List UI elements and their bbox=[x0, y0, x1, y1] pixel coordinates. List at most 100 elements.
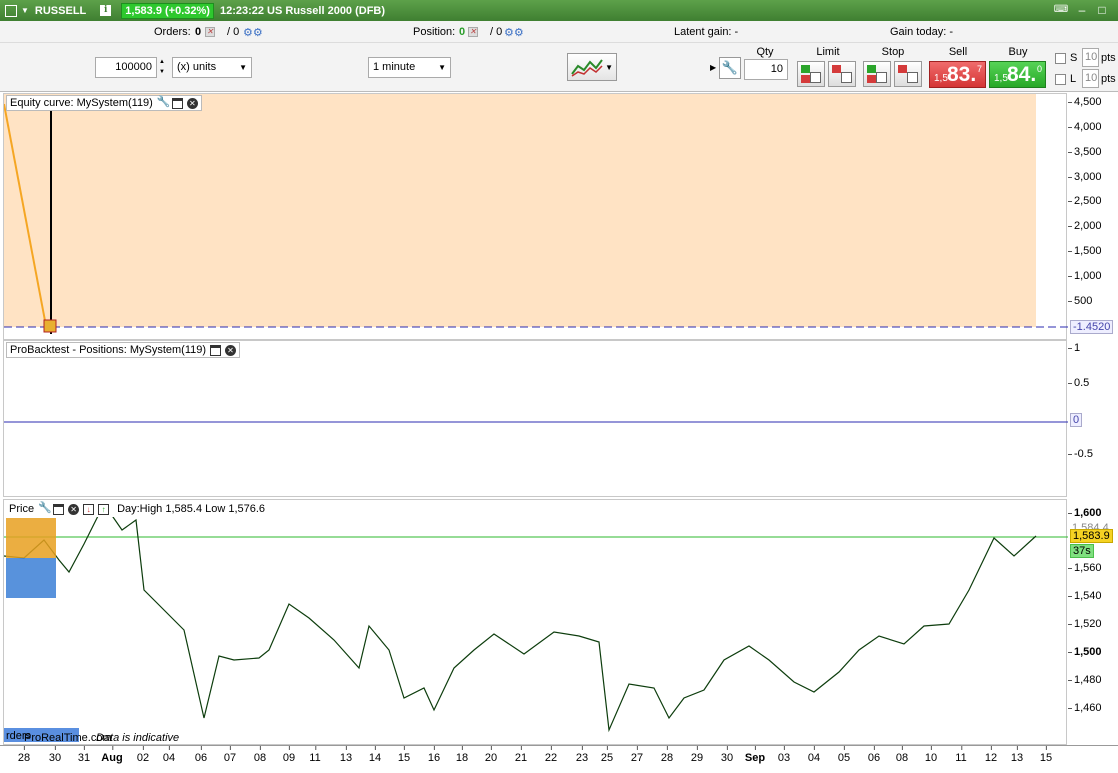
info-icon[interactable]: i bbox=[100, 5, 112, 16]
axis-tick: 2,000 bbox=[1068, 220, 1102, 232]
axis-tick: 1,520 bbox=[1068, 618, 1102, 630]
date-label: 11 bbox=[309, 746, 321, 764]
equity-chart bbox=[4, 94, 1068, 334]
amount-input[interactable]: 100000 bbox=[95, 57, 157, 78]
qty-input[interactable]: 10 bbox=[744, 59, 788, 80]
timeframe-select[interactable]: 1 minute ▼ bbox=[368, 57, 451, 78]
maximize-icon[interactable] bbox=[210, 344, 222, 356]
instrument-name[interactable]: RUSSELL bbox=[35, 5, 86, 17]
sell-price-prefix: 1,5 bbox=[934, 73, 948, 84]
minimize-icon[interactable]: – bbox=[1073, 2, 1091, 18]
latent-gain: Latent gain: - bbox=[674, 26, 739, 38]
wrench-icon[interactable]: 🔧 bbox=[157, 96, 171, 109]
maximize-icon[interactable] bbox=[171, 97, 183, 109]
axis-tick: 1,500 bbox=[1068, 245, 1102, 257]
stop-buy-button[interactable] bbox=[863, 61, 891, 87]
limit-points-input[interactable]: 10 bbox=[1082, 69, 1099, 88]
position-gear-icon[interactable]: ⚙⚙ bbox=[504, 26, 524, 39]
candle-countdown: 37s bbox=[1070, 544, 1094, 558]
date-label: 07 bbox=[223, 746, 237, 764]
maximize-icon[interactable]: □ bbox=[1093, 2, 1111, 18]
stop-checkbox[interactable] bbox=[1055, 53, 1066, 64]
equity-panel-title: Equity curve: MySystem(119) bbox=[10, 97, 153, 109]
sell-label: Sell bbox=[948, 46, 968, 58]
date-label: 14 bbox=[368, 746, 382, 764]
price-chart bbox=[4, 502, 1068, 742]
amount-stepper[interactable]: ▲ ▼ bbox=[157, 57, 167, 78]
units-select[interactable]: (x) units ▼ bbox=[172, 57, 252, 78]
wrench-icon[interactable]: 🔧 bbox=[719, 57, 741, 79]
positions-panel-header: ProBacktest - Positions: MySystem(119) ✕ bbox=[6, 342, 241, 358]
account-info-row: Orders: 0 ✕ / 0 ⚙⚙ Position: 0 ✕ / 0 ⚙⚙ … bbox=[0, 21, 1118, 43]
date-label: 16 bbox=[427, 746, 441, 764]
position-value: 0 bbox=[459, 26, 466, 38]
close-icon[interactable]: ✕ bbox=[186, 97, 198, 109]
date-label: 04 bbox=[807, 746, 821, 764]
orders-total: / 0 bbox=[227, 26, 240, 38]
date-label: 21 bbox=[514, 746, 528, 764]
limit-checkbox[interactable] bbox=[1055, 74, 1066, 85]
instrument-dropdown-icon[interactable]: ▼ bbox=[21, 6, 29, 15]
axis-tick: 0.5 bbox=[1067, 377, 1090, 389]
timeframe-value: 1 minute bbox=[373, 61, 416, 73]
price-panel-header: Price 🔧 ✕ ↓ ↑ Day:High 1,585.4 Low 1,576… bbox=[6, 501, 269, 517]
sell-price-main: 83. bbox=[947, 63, 977, 86]
date-label: 20 bbox=[484, 746, 498, 764]
limit-label: Limit bbox=[816, 46, 840, 58]
date-label: 06 bbox=[867, 746, 881, 764]
date-label: 15 bbox=[1039, 746, 1053, 764]
position-total: / 0 bbox=[490, 26, 503, 38]
maximize-icon[interactable] bbox=[53, 503, 65, 515]
wrench-icon[interactable]: 🔧 bbox=[38, 502, 52, 515]
close-position-icon[interactable]: ✕ bbox=[468, 27, 478, 38]
buy-price-prefix: 1,5 bbox=[994, 73, 1008, 84]
buy-button[interactable]: 1,5 84. 0 bbox=[989, 61, 1046, 88]
positions-panel: ProBacktest - Positions: MySystem(119) ✕ bbox=[3, 340, 1068, 497]
date-label: 08 bbox=[253, 746, 267, 764]
date-label: 04 bbox=[162, 746, 176, 764]
axis-tick: 1,560 bbox=[1068, 562, 1102, 574]
date-label: 13 bbox=[1010, 746, 1024, 764]
stop-sell-button[interactable] bbox=[894, 61, 922, 87]
cancel-orders-icon[interactable]: ✕ bbox=[205, 27, 215, 38]
axis-tick: 4,000 bbox=[1068, 121, 1102, 133]
axis-tick: 1,000 bbox=[1068, 270, 1102, 282]
date-label: 09 bbox=[282, 746, 296, 764]
chevron-down-icon: ▼ bbox=[605, 63, 613, 72]
stop-pts-label: pts bbox=[1101, 52, 1116, 64]
axis-tick: 1,600 bbox=[1068, 507, 1102, 519]
axis-tick: 2,500 bbox=[1068, 195, 1102, 207]
date-label: 28 bbox=[660, 746, 674, 764]
date-label: 23 bbox=[575, 746, 589, 764]
collapse-arrow-icon[interactable]: ▶ bbox=[710, 63, 716, 72]
keyboard-icon[interactable]: ⌨ bbox=[1052, 2, 1070, 18]
limit-buy-button[interactable] bbox=[797, 61, 825, 87]
sell-button[interactable]: 1,5 83. 7 bbox=[929, 61, 986, 88]
arrow-down-icon[interactable]: ↓ bbox=[83, 503, 95, 515]
order-handles[interactable] bbox=[6, 518, 56, 598]
axis-tick: 3,500 bbox=[1068, 146, 1102, 158]
close-icon[interactable]: ✕ bbox=[225, 344, 237, 356]
date-label: 18 bbox=[455, 746, 469, 764]
equity-panel-header: Equity curve: MySystem(119) 🔧 ✕ bbox=[6, 95, 202, 111]
axis-tick: 1,480 bbox=[1068, 674, 1102, 686]
positions-chart bbox=[4, 421, 1068, 423]
stop-points-input[interactable]: 10 bbox=[1082, 48, 1099, 67]
date-label: 15 bbox=[397, 746, 411, 764]
orders-value: 0 bbox=[195, 26, 202, 38]
axis-tick: 1,500 bbox=[1068, 646, 1102, 658]
date-label: 03 bbox=[777, 746, 791, 764]
equity-current-tag: -1.4520 bbox=[1070, 320, 1114, 334]
date-label: Sep bbox=[744, 746, 766, 764]
axis-tick: 3,000 bbox=[1068, 171, 1102, 183]
date-label: 10 bbox=[924, 746, 938, 764]
close-icon[interactable]: ✕ bbox=[68, 503, 80, 515]
units-value: (x) units bbox=[177, 61, 217, 73]
arrow-up-icon[interactable]: ↑ bbox=[98, 503, 110, 515]
chart-type-button[interactable]: ▼ bbox=[567, 53, 617, 81]
date-label: 30 bbox=[48, 746, 62, 764]
positions-panel-title: ProBacktest - Positions: MySystem(119) bbox=[10, 344, 207, 356]
date-label: 11 bbox=[955, 746, 967, 764]
limit-sell-button[interactable] bbox=[828, 61, 856, 87]
orders-gear-icon[interactable]: ⚙⚙ bbox=[243, 26, 263, 39]
